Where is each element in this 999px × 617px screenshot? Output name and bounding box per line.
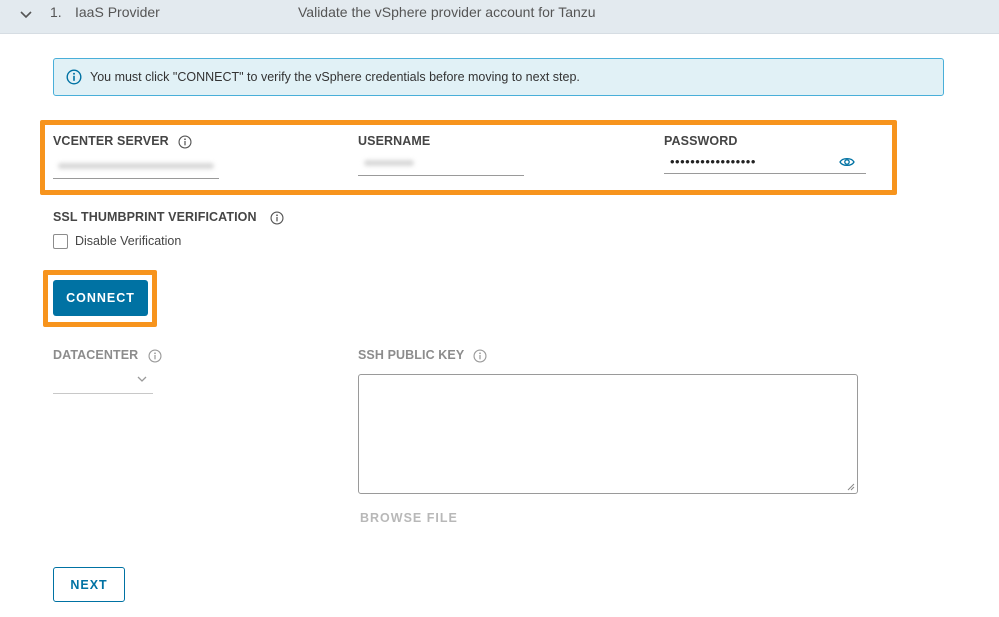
info-circle-icon[interactable]	[473, 349, 487, 363]
info-circle-icon[interactable]	[178, 135, 192, 149]
resize-handle-icon[interactable]	[845, 481, 855, 491]
username-input[interactable]	[358, 156, 524, 176]
vcenter-server-input[interactable]	[53, 159, 219, 179]
ssh-public-key-textarea[interactable]	[358, 374, 858, 494]
password-label: PASSWORD	[664, 134, 738, 148]
step-name: IaaS Provider	[75, 4, 160, 20]
username-label: USERNAME	[358, 134, 431, 148]
vcenter-server-value-redacted	[58, 163, 214, 169]
next-button[interactable]: NEXT	[53, 567, 125, 602]
disable-verification-checkbox[interactable]	[53, 234, 68, 249]
chevron-down-icon[interactable]	[18, 6, 34, 22]
password-value: •••••••••••••••••	[670, 154, 756, 169]
chevron-down-icon	[137, 376, 147, 382]
ssl-thumbprint-label: SSL THUMBPRINT VERIFICATION	[53, 210, 257, 224]
vcenter-server-label: VCENTER SERVER	[53, 134, 169, 148]
connect-button[interactable]: CONNECT	[53, 280, 148, 316]
step-number: 1.	[50, 4, 62, 20]
disable-verification-label[interactable]: Disable Verification	[75, 234, 181, 248]
step-description: Validate the vSphere provider account fo…	[298, 4, 596, 20]
alert-message: You must click "CONNECT" to verify the v…	[90, 70, 580, 84]
info-circle-icon	[66, 69, 82, 85]
browse-file-button[interactable]: BROWSE FILE	[360, 511, 458, 525]
datacenter-label: DATACENTER	[53, 348, 139, 362]
eye-icon[interactable]	[839, 154, 855, 170]
username-value-redacted	[364, 160, 414, 166]
ssh-public-key-label: SSH PUBLIC KEY	[358, 348, 465, 362]
info-circle-icon[interactable]	[148, 349, 162, 363]
info-circle-icon[interactable]	[270, 211, 284, 225]
